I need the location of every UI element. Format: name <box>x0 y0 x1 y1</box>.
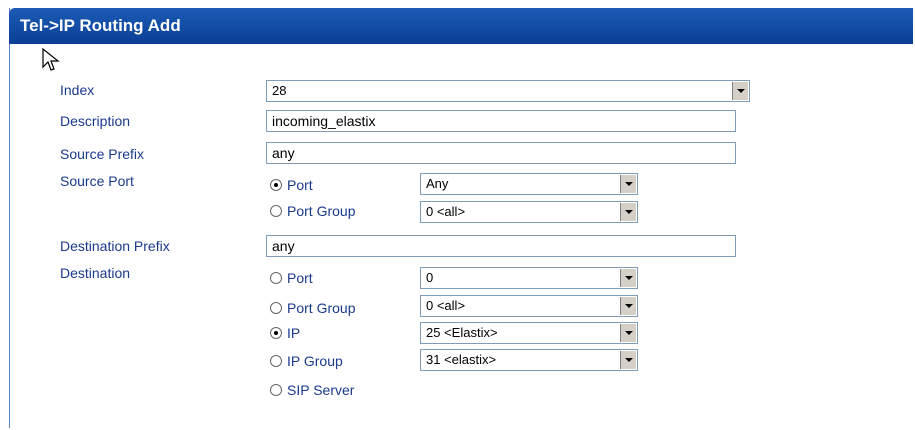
source-prefix-label: Source Prefix <box>60 146 145 162</box>
index-select[interactable]: 28 <box>266 80 750 102</box>
source-port-radio-port[interactable]: Port <box>270 177 313 195</box>
destination-ip-select[interactable]: 25 <Elastix> <box>420 322 638 344</box>
destination-prefix-label: Destination Prefix <box>60 238 170 254</box>
dropdown-arrow-icon[interactable] <box>620 351 636 369</box>
source-port-radio-port-label: Port <box>287 177 313 193</box>
radio-button-icon[interactable] <box>270 327 282 339</box>
dropdown-arrow-icon[interactable] <box>620 175 636 193</box>
destination-label: Destination <box>60 265 131 281</box>
destination-port-value: 0 <box>426 270 434 285</box>
destination-radio-port-label: Port <box>287 270 313 286</box>
destination-port-select[interactable]: 0 <box>420 267 638 289</box>
mouse-pointer-icon <box>42 48 60 71</box>
dropdown-arrow-icon[interactable] <box>620 269 636 287</box>
dropdown-arrow-icon[interactable] <box>620 203 636 221</box>
radio-button-icon[interactable] <box>270 355 282 367</box>
radio-button-icon[interactable] <box>270 384 282 396</box>
destination-port-group-select[interactable]: 0 <all> <box>420 295 638 317</box>
page-title: Tel->IP Routing Add <box>20 16 181 35</box>
radio-button-icon[interactable] <box>270 205 282 217</box>
radio-button-icon[interactable] <box>270 272 282 284</box>
destination-port-group-value: 0 <all> <box>426 298 466 313</box>
destination-radio-ip-label: IP <box>287 325 301 341</box>
source-port-label: Source Port <box>60 173 134 189</box>
source-port-group-select[interactable]: 0 <all> <box>420 201 638 223</box>
description-label: Description <box>60 113 131 129</box>
source-port-group-value: 0 <all> <box>426 204 466 219</box>
index-value: 28 <box>272 83 287 98</box>
source-prefix-input[interactable]: any <box>266 142 736 164</box>
source-port-radio-port-group-label: Port Group <box>287 203 356 219</box>
destination-radio-sip-server[interactable]: SIP Server <box>270 382 354 400</box>
destination-ip-group-value: 31 <elastix> <box>426 352 497 367</box>
destination-radio-ip-group-label: IP Group <box>287 353 343 369</box>
destination-prefix-input[interactable]: any <box>266 235 736 257</box>
dropdown-arrow-icon[interactable] <box>732 82 748 100</box>
destination-radio-ip[interactable]: IP <box>270 325 300 343</box>
destination-ip-group-select[interactable]: 31 <elastix> <box>420 349 638 371</box>
radio-button-icon[interactable] <box>270 179 282 191</box>
dropdown-arrow-icon[interactable] <box>620 297 636 315</box>
destination-radio-ip-group[interactable]: IP Group <box>270 353 343 371</box>
destination-radio-port-group-label: Port Group <box>287 300 356 316</box>
destination-radio-port[interactable]: Port <box>270 270 313 288</box>
description-input[interactable]: incoming_elastix <box>266 110 736 132</box>
destination-ip-value: 25 <Elastix> <box>426 325 498 340</box>
source-port-select[interactable]: Any <box>420 173 638 195</box>
dropdown-arrow-icon[interactable] <box>620 324 636 342</box>
destination-radio-sip-server-label: SIP Server <box>287 382 355 398</box>
radio-button-icon[interactable] <box>270 302 282 314</box>
destination-radio-port-group[interactable]: Port Group <box>270 300 355 318</box>
source-port-radio-port-group[interactable]: Port Group <box>270 203 355 221</box>
source-port-value: Any <box>426 176 449 191</box>
index-label: Index <box>60 82 95 98</box>
